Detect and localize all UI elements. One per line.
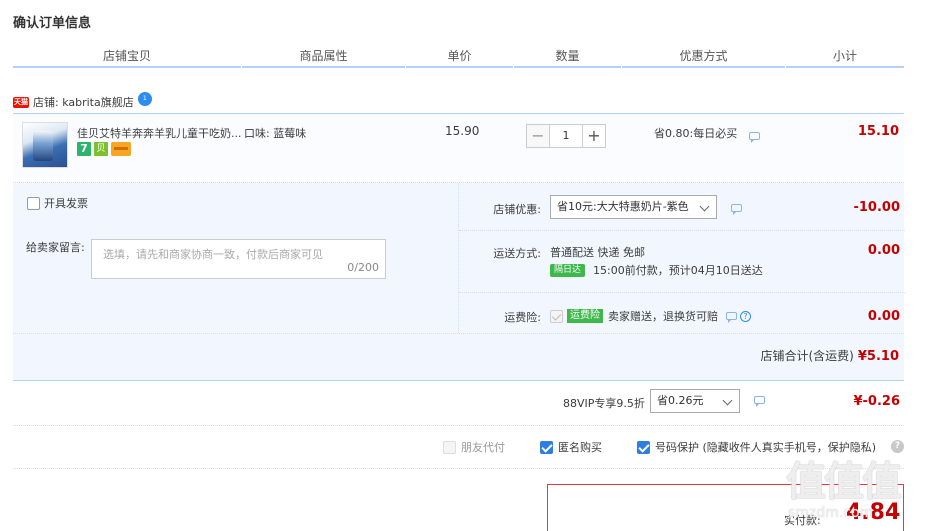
shop-total: 店铺合计(含运费) ¥5.10 (760, 349, 900, 364)
friend-pay-checkbox[interactable] (443, 440, 456, 454)
guarantee-icon[interactable]: 贝 (94, 142, 108, 156)
next-day-badge: 隔日达 (550, 263, 586, 277)
comment-icon[interactable] (748, 132, 760, 143)
col-subtotal: 小计 (786, 46, 904, 68)
help-icon[interactable]: ? (740, 310, 751, 322)
message-textarea[interactable]: 选填，请先和商家协商一致，付款后商家可见 0/200 (91, 239, 386, 279)
order-options-row: 朋友代付 匿名购买 号码保护 (隐藏收件人真实手机号，保护隐私) ? (13, 427, 904, 469)
order-info-panel: 开具发票 给卖家留言: 选填，请先和商家协商一致，付款后商家可见 0/200 店… (13, 183, 905, 381)
shipping-method: 普通配送 快递 免邮 (550, 246, 645, 259)
insurance-label: 运费险: (504, 311, 541, 324)
order-summary-panel: 店铺优惠: 省10元:大大特惠奶片-紫色 -10.00 运送方式: 普通配送 快… (458, 183, 905, 333)
qty-input[interactable]: 1 (550, 124, 582, 148)
shop-discount-select[interactable]: 省10元:大大特惠奶片-紫色 (550, 195, 717, 219)
col-shop-item: 店铺宝贝 (13, 46, 241, 68)
watermark-url: smzdm.com (788, 505, 874, 521)
shipping-label: 运送方式: (493, 247, 541, 260)
invoice-checkbox[interactable] (27, 196, 40, 210)
comment-icon[interactable] (731, 204, 742, 215)
vip-label: 88VIP专享9.5折 (563, 397, 645, 410)
item-subtotal: 15.10 (857, 124, 899, 139)
message-label: 给卖家留言: (26, 241, 85, 254)
shipping-amount: 0.00 (867, 243, 900, 258)
insurance-checkbox (550, 309, 563, 323)
number-protect-checkbox[interactable] (637, 440, 650, 454)
product-row: 佳贝艾特羊奔奔羊乳儿童干吃奶... 7 贝 口味: 蓝莓味 15.90 − 1 … (13, 113, 904, 183)
seven-day-return-icon[interactable]: 7 (77, 142, 91, 156)
shop-discount-amount: -10.00 (853, 200, 900, 215)
col-price: 单价 (406, 46, 513, 68)
product-service-icons: 7 贝 (77, 142, 131, 156)
shop-total-amount: ¥5.10 (857, 349, 899, 364)
insurance-amount: 0.00 (867, 309, 900, 324)
vip-discount-amount: ¥-0.26 (853, 394, 900, 409)
chevron-down-icon (699, 201, 710, 212)
insurance-option: 运费险 卖家赠送，退换货可赔 ? (550, 308, 751, 324)
insurance-badge: 运费险 (567, 309, 603, 323)
credit-card-icon[interactable] (111, 142, 131, 156)
friend-pay-option[interactable]: 朋友代付 (443, 439, 505, 455)
col-discount: 优惠方式 (622, 46, 785, 68)
wangwang-chat-icon[interactable]: 1 (137, 92, 152, 106)
shipping-eta: 隔日达 15:00前付款，预计04月10日送达 (550, 262, 763, 278)
page-title: 确认订单信息 (13, 16, 92, 31)
shop-discount-label: 店铺优惠: (493, 203, 541, 216)
product-image[interactable] (22, 122, 68, 168)
product-attr: 口味: 蓝莓味 (244, 127, 307, 140)
invoice-option[interactable]: 开具发票 (27, 195, 88, 211)
anonymous-checkbox[interactable] (540, 440, 553, 454)
vip-discount-select[interactable]: 省0.26元 (650, 389, 740, 413)
comment-icon[interactable] (726, 312, 737, 323)
message-placeholder: 选填，请先和商家协商一致，付款后商家可见 (103, 248, 323, 261)
qty-minus-button[interactable]: − (526, 124, 550, 148)
message-counter: 0/200 (347, 261, 379, 274)
anonymous-option[interactable]: 匿名购买 (540, 439, 602, 455)
product-price: 15.90 (445, 124, 480, 138)
shop-line: 天猫 店铺: kabrita旗舰店 1 (13, 92, 152, 111)
product-name-link[interactable]: 佳贝艾特羊奔奔羊乳儿童干吃奶... (77, 125, 247, 141)
watermark-logo: 值值值 (786, 459, 902, 505)
vip-discount-row: 88VIP专享9.5折 省0.26元 ¥-0.26 (13, 381, 904, 426)
qty-plus-button[interactable]: + (582, 124, 606, 148)
col-qty: 数量 (514, 46, 621, 68)
item-discount: 省0.80:每日必买 (654, 125, 760, 143)
table-header: 店铺宝贝 商品属性 单价 数量 优惠方式 小计 (13, 46, 904, 68)
quantity-stepper: − 1 + (526, 124, 606, 148)
col-attr: 商品属性 (242, 46, 405, 68)
shop-name-link[interactable]: 店铺: kabrita旗舰店 (33, 94, 134, 110)
tmall-icon: 天猫 (13, 96, 29, 108)
comment-icon[interactable] (754, 396, 765, 407)
chevron-down-icon (722, 395, 733, 406)
